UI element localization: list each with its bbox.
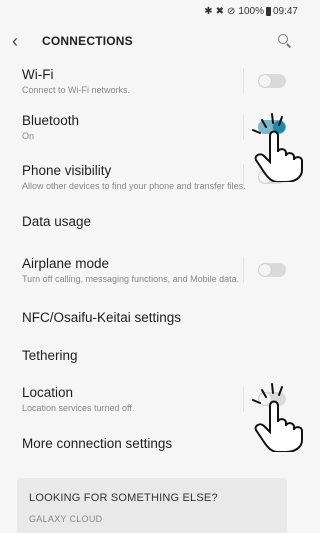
bluetooth-description: On [22,130,35,141]
suggestion-heading: LOOKING FOR SOMETHING ELSE? [29,492,218,504]
galaxy-cloud-link[interactable]: GALAXY CLOUD [29,514,275,524]
bluetooth-label: Bluetooth [22,112,80,128]
clock: 09:47 [272,5,298,17]
airplane-mode-toggle[interactable] [258,263,286,277]
search-icon-handle [286,43,292,48]
tap-hand-icon [252,383,303,452]
divider [243,257,244,283]
location-label: Location [22,384,74,400]
setting-wifi[interactable]: Wi-Fi Connect to Wi-Fi networks. [0,60,304,102]
divider [243,68,244,94]
signal-icon: ✖ [215,5,224,17]
status-bar: ✱ ✖ ⊘ 100% 09:47 [0,0,304,22]
search-icon[interactable] [278,34,292,48]
nfc-label: NFC/Osaifu-Keitai settings [22,310,182,325]
suggestion-card: LOOKING FOR SOMETHING ELSE? GALAXY CLOUD [17,478,287,533]
wifi-toggle[interactable] [258,74,286,88]
bluetooth-icon: ✱ [204,5,213,17]
battery-icon [265,6,271,16]
wifi-description: Connect to Wi-Fi networks. [22,84,131,95]
setting-airplane-mode[interactable]: Airplane mode Turn off calling, messagin… [0,242,304,298]
airplane-mode-description: Turn off calling, messaging functions, a… [22,273,240,284]
wifi-label: Wi-Fi [22,66,54,82]
divider [243,164,244,190]
phone-visibility-description: Allow other devices to find your phone a… [22,180,246,191]
battery-percent: 100% [238,5,264,17]
more-connection-settings-label: More connection settings [22,436,173,451]
back-arrow-icon[interactable]: ‹ [12,31,42,52]
setting-data-usage[interactable]: Data usage [0,202,304,242]
page-title: CONNECTIONS [42,34,133,48]
location-description: Location services turned off. [22,402,135,413]
toggle-knob [259,75,271,87]
toggle-knob [259,264,271,276]
setting-nfc[interactable]: NFC/Osaifu-Keitai settings [0,298,304,338]
setting-tethering[interactable]: Tethering [0,338,304,374]
tethering-label: Tethering [22,348,78,363]
app-bar: ‹ CONNECTIONS [0,22,304,60]
mute-icon: ⊘ [227,5,236,17]
divider [243,114,244,140]
phone-visibility-label: Phone visibility [22,162,112,178]
data-usage-label: Data usage [22,214,92,229]
airplane-mode-label: Airplane mode [22,255,110,271]
tap-hand-icon [252,113,303,182]
divider [243,386,244,412]
